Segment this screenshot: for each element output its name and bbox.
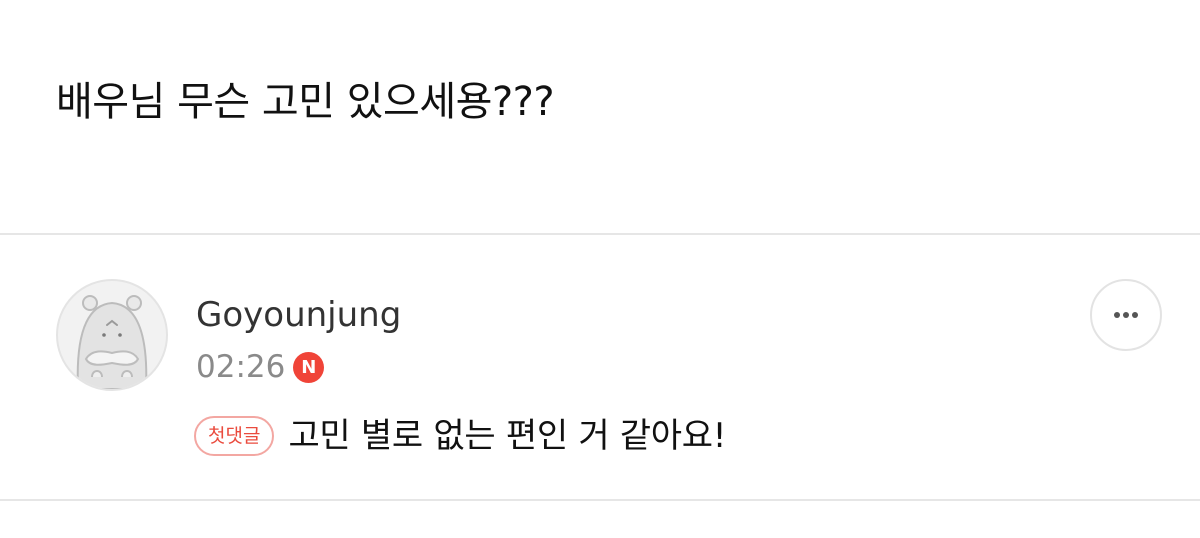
comment-body: 첫댓글 고민 별로 없는 편인 거 같아요!	[194, 411, 726, 461]
divider	[0, 499, 1200, 501]
avatar[interactable]	[56, 279, 168, 391]
hamster-mascot-icon	[76, 295, 148, 389]
comment-item: Goyounjung 02:26 N 첫댓글 고민 별로 없는 편인 거 같아요…	[0, 235, 1200, 499]
post-body-text: 배우님 무슨 고민 있으세용???	[56, 79, 555, 125]
post-section: 배우님 무슨 고민 있으세용???	[0, 0, 1200, 234]
first-comment-tag: 첫댓글	[194, 416, 275, 456]
comment-time: 02:26	[196, 349, 286, 385]
comment-text: 고민 별로 없는 편인 거 같아요!	[288, 416, 727, 456]
comment-meta: 02:26 N	[196, 345, 325, 389]
comment-author[interactable]: Goyounjung	[196, 293, 401, 337]
new-badge: N	[293, 351, 325, 383]
more-options-button[interactable]	[1090, 279, 1162, 351]
more-dots-icon	[1114, 312, 1138, 318]
